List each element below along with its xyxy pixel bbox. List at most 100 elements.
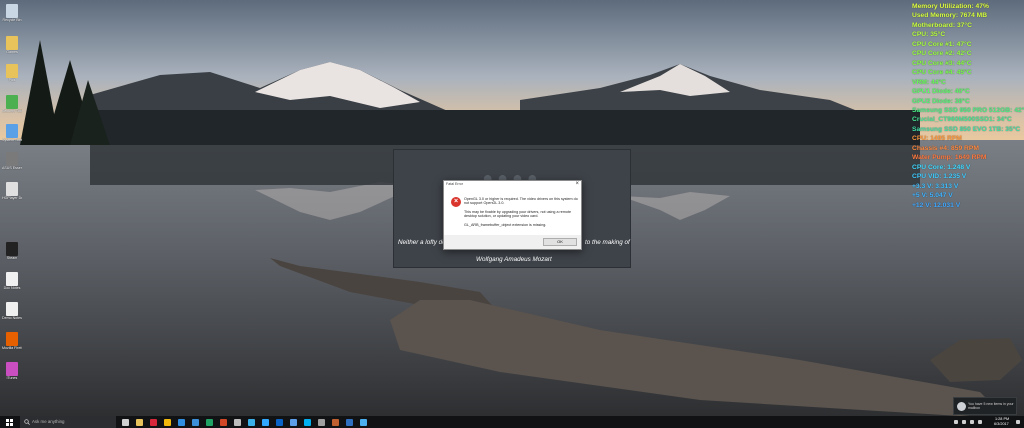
- desktop-icon-label: iTunes: [6, 376, 18, 380]
- splash-quote-author: Wolfgang Amadeus Mozart: [476, 256, 552, 263]
- photoshop-icon[interactable]: [262, 419, 269, 426]
- app-icon[interactable]: [346, 419, 353, 426]
- recycle-bin-icon: [6, 4, 18, 18]
- opera-icon[interactable]: [150, 419, 157, 426]
- music-note-icon: [6, 362, 18, 376]
- skype-icon[interactable]: [304, 419, 311, 426]
- powerpoint-icon[interactable]: [220, 419, 227, 426]
- edge-icon[interactable]: [178, 419, 185, 426]
- settings-icon[interactable]: [234, 419, 241, 426]
- sensor-reading: Crucial_CT960M500SSD1: 34°C: [912, 116, 1012, 124]
- sensor-reading: Samsung SSD 850 EVO 1TB: 35°C: [912, 125, 1021, 133]
- sensor-reading: Chassis #4: 859 RPM: [912, 144, 979, 152]
- toast-text: You have 5 new items in your mailbox: [968, 402, 1014, 411]
- desktop-icon-label: HGPlayer Desktop 1: [2, 196, 22, 200]
- desktop-icon[interactable]: Recycle Bin: [2, 4, 22, 22]
- sensor-reading: CPU Core #3: 44°C: [912, 59, 972, 67]
- volume-icon[interactable]: [970, 420, 974, 424]
- sensor-reading: Memory Utilization: 47%: [912, 3, 989, 10]
- dialog-message-line2: This may be fixable by upgrading your dr…: [464, 210, 571, 219]
- start-button[interactable]: [0, 416, 20, 428]
- dialog-titlebar[interactable]: Fatal Error ×: [444, 181, 581, 189]
- folder-icon: [6, 36, 18, 50]
- sensor-reading: GPU2 Diode: 38°C: [912, 97, 970, 105]
- app-icon[interactable]: [318, 419, 325, 426]
- dialog-message-line3: GL_ARB_framebuffer_object extension is m…: [464, 223, 547, 227]
- dialog-title: Fatal Error: [446, 182, 463, 186]
- desktop-icon[interactable]: Doc Notes: [2, 272, 22, 290]
- chrome-icon[interactable]: [164, 419, 171, 426]
- explorer-icon[interactable]: [136, 419, 143, 426]
- document-icon: [6, 302, 18, 316]
- clock-date[interactable]: 6/3/2017: [994, 422, 1009, 426]
- splash-quote-left: Neither a lofty deg: [398, 239, 450, 246]
- action-center-icon[interactable]: [1016, 420, 1020, 424]
- sensor-reading: +3.3 V: 3.313 V: [912, 182, 959, 190]
- sensor-reading: Motherboard: 37°C: [912, 21, 972, 29]
- sensor-reading: CPU: 1495 RPM: [912, 135, 962, 143]
- ok-button[interactable]: OK: [543, 238, 577, 246]
- chevron-up-icon[interactable]: [954, 420, 958, 424]
- sensor-reading: Water Pump: 1649 RPM: [912, 154, 987, 162]
- mail-icon[interactable]: [290, 419, 297, 426]
- search-placeholder: Ask me anything: [32, 419, 65, 424]
- sensor-reading: +5 V: 5.047 V: [912, 192, 953, 200]
- gear-icon: [6, 124, 18, 138]
- desktop-icon-label: Doc Notes: [3, 286, 21, 290]
- close-icon[interactable]: ×: [575, 181, 579, 188]
- desktop-icon-label: Steam: [6, 256, 18, 260]
- desktop-icon[interactable]: Steam: [2, 242, 22, 260]
- app-icon[interactable]: [332, 419, 339, 426]
- excel-icon[interactable]: [206, 419, 213, 426]
- desktop-icon-label: Games: [6, 50, 18, 54]
- desktop-icon-label: Recycle Bin: [2, 18, 22, 22]
- desktop-icon-label: Mozilla Firefox: [2, 346, 22, 350]
- search-icon: [24, 419, 30, 425]
- sensor-reading: CPU VID: 1.235 V: [912, 173, 967, 181]
- audio-app-icon: [6, 152, 18, 166]
- toast-notification[interactable]: You have 5 new items in your mailbox: [953, 397, 1017, 415]
- desktop-icon[interactable]: System Tools: [2, 124, 22, 142]
- outlook-icon[interactable]: [276, 419, 283, 426]
- splash-quote-right: to the making of: [585, 239, 630, 246]
- desktop-icon-label: Demo Notes: [2, 316, 22, 320]
- desktop-icon[interactable]: HGPlayer Desktop 1: [2, 182, 22, 200]
- store-icon[interactable]: [192, 419, 199, 426]
- desktop-icon[interactable]: Demo Notes: [2, 302, 22, 320]
- sensor-reading: +12 V: 12.031 V: [912, 201, 961, 209]
- desktop-icon[interactable]: Games: [2, 36, 22, 54]
- sensor-reading: CPU Core #4: 45°C: [912, 69, 972, 77]
- network-icon[interactable]: [962, 420, 966, 424]
- desktop-icon-label: Security Tools: [2, 109, 22, 113]
- sensor-reading: Used Memory: 7674 MB: [912, 12, 988, 20]
- desktop-icon[interactable]: Security Tools: [2, 95, 22, 113]
- desktop-icon[interactable]: iTunes: [2, 362, 22, 380]
- desktop-icon-label: ASUS Essence 1.6.1: [2, 166, 22, 170]
- task-view-icon[interactable]: [122, 419, 129, 426]
- dialog-message-line1: OpenGL 3.0 or higher is required. The vi…: [464, 197, 578, 206]
- notification-app-icon: [957, 402, 966, 411]
- taskbar: Ask me anything 1:28 PM 6/3/2017: [0, 416, 1024, 428]
- folder-icon: [6, 64, 18, 78]
- sensor-reading: CPU Core: 1.248 V: [912, 163, 971, 171]
- app-window-icon: [6, 182, 18, 196]
- desktop-icon[interactable]: Pics: [2, 64, 22, 82]
- steam-icon: [6, 242, 18, 256]
- firefox-icon: [6, 332, 18, 346]
- media-icon[interactable]: [248, 419, 255, 426]
- language-icon[interactable]: [978, 420, 982, 424]
- desktop-icon[interactable]: Mozilla Firefox: [2, 332, 22, 350]
- sensor-reading: Samsung SSD 950 PRO 512GB: 42°C: [912, 106, 1024, 114]
- shield-icon: [6, 95, 18, 109]
- twitter-icon[interactable]: [360, 419, 367, 426]
- desktop-icon-label: System Tools: [2, 138, 22, 142]
- desktop-icon-label: Pics: [8, 78, 16, 82]
- sensor-reading: CPU: 35°C: [912, 31, 946, 39]
- clock-time[interactable]: 1:28 PM: [995, 417, 1009, 421]
- sensor-reading: VRM: 44°C: [912, 78, 946, 86]
- fatal-error-dialog: Fatal Error × × OpenGL 3.0 or higher is …: [443, 180, 582, 250]
- desktop-icon[interactable]: ASUS Essence 1.6.1: [2, 152, 22, 170]
- document-icon: [6, 272, 18, 286]
- hardware-sensor-overlay: Memory Utilization: 47% Used Memory: 7674…: [912, 2, 1024, 210]
- sensor-reading: CPU Core #2: 42°C: [912, 50, 972, 58]
